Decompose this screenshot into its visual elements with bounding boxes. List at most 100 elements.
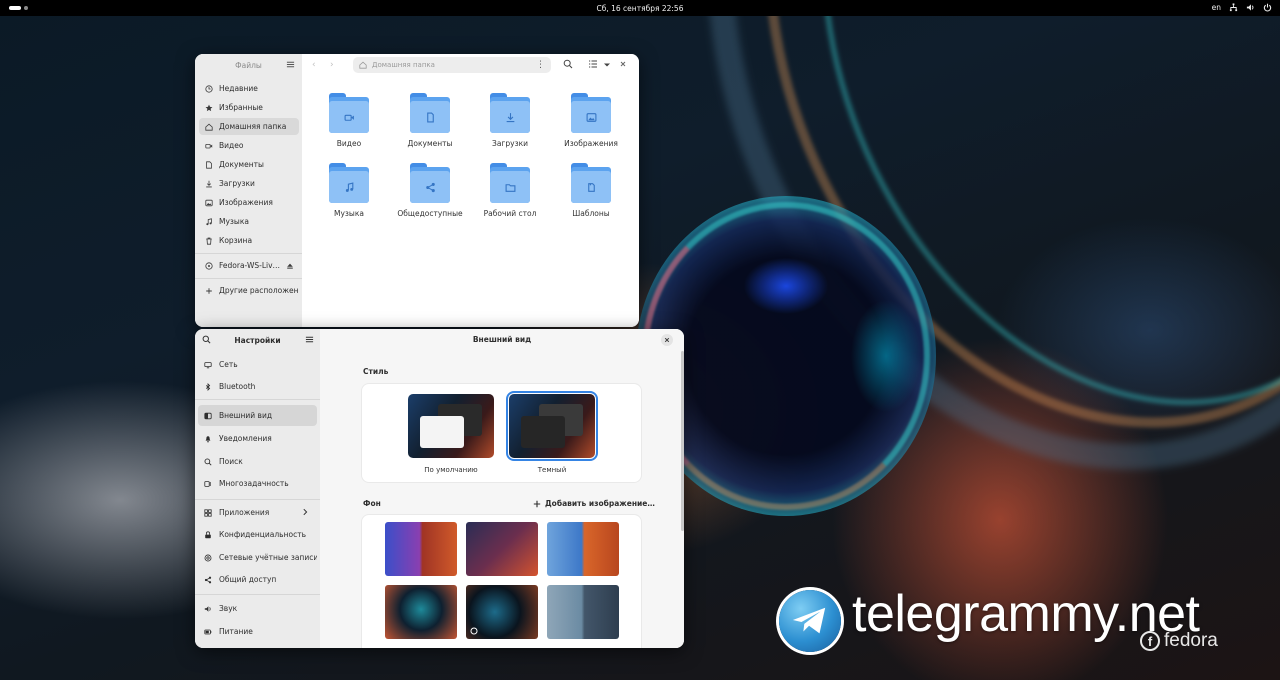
kebab-menu-icon[interactable]: ⋮ — [536, 60, 545, 70]
back-arrow-icon[interactable]: ‹ — [312, 61, 316, 70]
system-tray[interactable]: en — [1212, 3, 1272, 12]
close-icon[interactable] — [618, 59, 628, 69]
search-icon[interactable] — [202, 335, 211, 346]
folder-documents[interactable]: Документы — [390, 93, 470, 148]
desktop-folder-icon — [505, 183, 515, 192]
sidebar-item-privacy[interactable]: Конфиденциальность — [198, 524, 317, 545]
sidebar-item-label: Загрузки — [219, 179, 255, 188]
sidebar-item-downloads[interactable]: Загрузки — [199, 175, 299, 192]
folder-icon — [329, 163, 369, 203]
sidebar-item-pictures[interactable]: Изображения — [199, 194, 299, 211]
files-content: ‹ › Домашняя папка ⋮ Видео Документы Заг… — [302, 54, 639, 327]
background-thumbnail[interactable] — [385, 585, 457, 639]
eject-icon[interactable] — [286, 262, 294, 270]
sidebar-item-online-accounts[interactable]: Сетевые учётные записи — [198, 547, 317, 568]
folder-icon — [571, 163, 611, 203]
files-sidebar-title: Файлы — [235, 60, 262, 70]
sidebar-item-home[interactable]: Домашняя папка — [199, 118, 299, 135]
background-thumbnail[interactable] — [466, 585, 538, 639]
plus-icon — [206, 287, 212, 294]
sidebar-item-apps[interactable]: Приложения — [198, 502, 317, 523]
home-icon — [359, 61, 367, 69]
sidebar-item-label: Музыка — [219, 217, 249, 226]
style-preview-default — [408, 394, 494, 458]
video-icon — [344, 114, 354, 121]
home-icon — [205, 123, 213, 131]
path-bar[interactable]: Домашняя папка ⋮ — [353, 57, 551, 73]
sidebar-item-appearance[interactable]: Внешний вид — [198, 405, 317, 426]
sidebar-item-label: Приложения — [219, 508, 270, 517]
folder-videos[interactable]: Видео — [309, 93, 389, 148]
sidebar-item-network[interactable]: Сеть — [198, 354, 317, 375]
document-icon — [426, 112, 434, 122]
style-option-dark[interactable]: Темный — [506, 391, 598, 474]
clock[interactable]: Сб, 16 сентября 22:56 — [0, 4, 1280, 13]
close-button[interactable] — [661, 334, 673, 346]
folder-icon — [571, 93, 611, 133]
download-icon — [506, 112, 514, 122]
folder-downloads[interactable]: Загрузки — [470, 93, 550, 148]
search-icon[interactable] — [563, 59, 573, 69]
sidebar-item-label: Корзина — [219, 236, 253, 245]
path-label: Домашняя папка — [372, 61, 435, 69]
hamburger-menu-icon[interactable] — [305, 335, 314, 346]
add-image-button[interactable]: Добавить изображение… — [533, 499, 655, 508]
style-preview-dark — [506, 391, 598, 461]
folder-public[interactable]: Общедоступные — [390, 163, 470, 218]
sidebar-item-recent[interactable]: Недавние — [199, 80, 299, 97]
sidebar-divider — [195, 399, 320, 400]
chevron-down-icon[interactable] — [602, 60, 612, 70]
sidebar-item-label: Звук — [219, 604, 238, 613]
folder-templates[interactable]: Шаблоны — [551, 163, 631, 218]
background-thumbnail[interactable] — [547, 522, 619, 576]
sidebar-item-sharing[interactable]: Общий доступ — [198, 569, 317, 590]
sidebar-item-starred[interactable]: Избранные — [199, 99, 299, 116]
forward-arrow-icon[interactable]: › — [330, 61, 334, 70]
files-sidebar: Файлы Недавние Избранные Домашняя папка … — [195, 54, 302, 327]
style-option-default[interactable]: По умолчанию — [408, 394, 494, 474]
bell-icon — [205, 435, 211, 442]
share-icon — [425, 182, 435, 192]
folder-music[interactable]: Музыка — [309, 163, 389, 218]
clock-icon — [205, 84, 213, 93]
template-icon — [587, 182, 595, 192]
power-icon[interactable] — [1263, 3, 1272, 12]
sidebar-item-music[interactable]: Музыка — [199, 213, 299, 230]
folder-pictures[interactable]: Изображения — [551, 93, 631, 148]
scrollbar[interactable] — [681, 351, 684, 531]
folder-desktop[interactable]: Рабочий стол — [470, 163, 550, 218]
sidebar-item-notifications[interactable]: Уведомления — [198, 428, 317, 449]
folder-icon — [490, 93, 530, 133]
sidebar-item-videos[interactable]: Видео — [199, 137, 299, 154]
sidebar-item-label: Питание — [219, 627, 253, 636]
sidebar-item-drive[interactable]: Fedora-WS-Liv… — [199, 257, 299, 274]
hamburger-menu-icon[interactable] — [286, 60, 295, 71]
add-image-label: Добавить изображение… — [545, 499, 655, 508]
folder-label: Видео — [336, 139, 362, 148]
sound-icon[interactable] — [1246, 3, 1255, 12]
sidebar-item-power[interactable]: Питание — [198, 621, 317, 642]
sidebar-item-label: Конфиденциальность — [219, 530, 307, 539]
view-options-icon[interactable] — [588, 59, 598, 69]
sidebar-item-label: Домашняя папка — [219, 122, 287, 131]
folder-label: Шаблоны — [572, 209, 610, 218]
settings-sidebar: Настройки Сеть Bluetooth Внешний вид Уве… — [195, 329, 320, 648]
background-thumbnail[interactable] — [385, 522, 457, 576]
keyboard-layout[interactable]: en — [1212, 3, 1221, 12]
style-option-label: Темный — [537, 466, 567, 474]
sidebar-item-trash[interactable]: Корзина — [199, 232, 299, 249]
sidebar-item-sound[interactable]: Звук — [198, 598, 317, 619]
sidebar-item-label: Многозадачность — [219, 479, 289, 488]
power-icon — [204, 629, 212, 634]
sidebar-item-search[interactable]: Поиск — [198, 451, 317, 472]
sidebar-item-multitasking[interactable]: Многозадачность — [198, 473, 317, 494]
background-thumbnail[interactable] — [547, 585, 619, 639]
sidebar-divider — [195, 253, 302, 254]
background-thumbnail[interactable] — [466, 522, 538, 576]
network-icon[interactable] — [1229, 3, 1238, 12]
style-option-label: По умолчанию — [424, 466, 478, 474]
apps-icon — [204, 508, 212, 517]
sidebar-item-bluetooth[interactable]: Bluetooth — [198, 376, 317, 397]
sidebar-item-documents[interactable]: Документы — [199, 156, 299, 173]
sidebar-item-other-locations[interactable]: Другие расположения — [199, 282, 299, 299]
